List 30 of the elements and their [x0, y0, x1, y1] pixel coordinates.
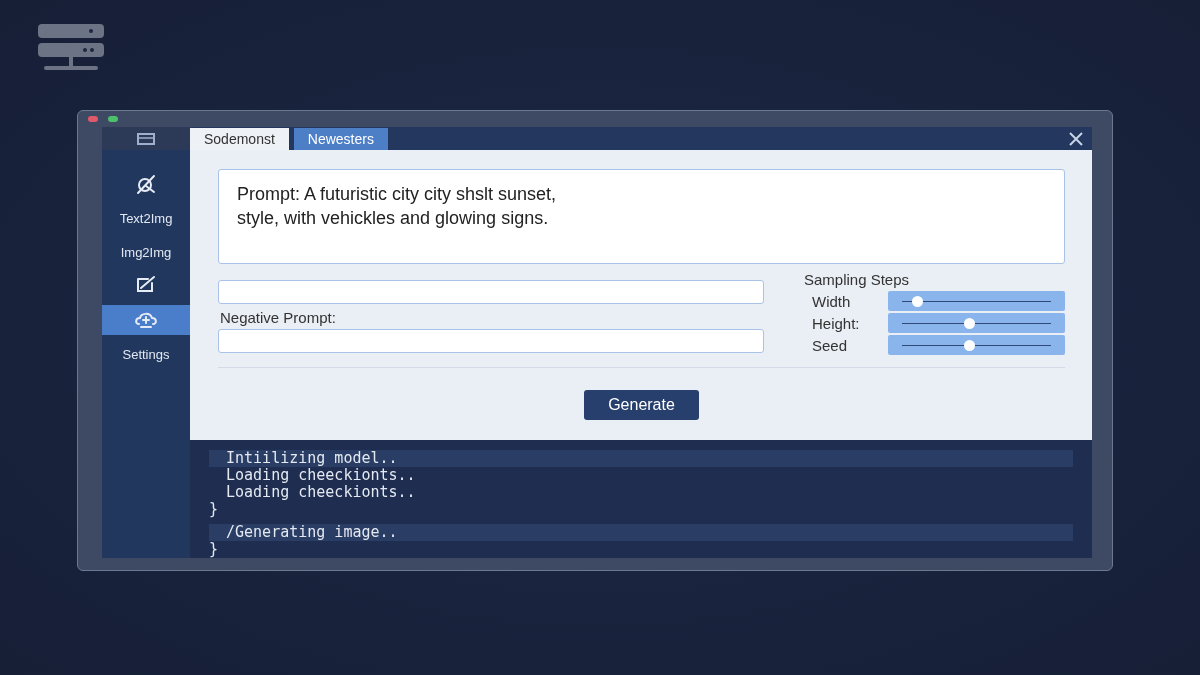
closing-brace: } [209, 501, 219, 518]
closing-brace: } [209, 541, 219, 558]
negative-prompt-field[interactable] [218, 329, 764, 353]
slider[interactable] [888, 313, 1065, 333]
console-line: Intiilizing model.. [226, 450, 398, 467]
slider[interactable] [888, 291, 1065, 311]
prompt-field[interactable]: Prompt: A futuristic city city shslt sunset, style, with vehickles and glowing signs. [218, 169, 1065, 264]
slider-thumb[interactable] [964, 339, 976, 351]
server-icon [38, 24, 104, 72]
sidebar-item[interactable]: Text2Img [102, 201, 190, 235]
input-field[interactable] [218, 280, 764, 304]
slider-label: Height: [811, 314, 861, 332]
slider-thumb[interactable] [964, 317, 976, 329]
sampling-steps-label: Sampling Steps [804, 271, 911, 288]
console-line: Loading cheeckionts.. [226, 467, 416, 484]
generate-button[interactable]: Generate [584, 390, 699, 420]
slider[interactable] [888, 335, 1065, 355]
sidebar-item[interactable]: Img2Img [102, 235, 190, 269]
tab[interactable]: Newesters [293, 128, 388, 150]
sidebar-item[interactable]: Settings [102, 337, 190, 371]
tab[interactable]: Sodemonst [190, 128, 289, 150]
close-icon[interactable] [1068, 130, 1084, 147]
console-line: Loading cheeckionts.. [226, 484, 416, 501]
console-line: /Generating image.. [226, 524, 398, 541]
slider-label: Width [811, 292, 852, 310]
slider-thumb[interactable] [911, 295, 923, 307]
slider-label: Seed [811, 336, 849, 354]
negative-prompt-label: Negative Prompt: [220, 309, 337, 326]
panel-icon[interactable] [137, 132, 155, 145]
satellite-dish-icon [134, 173, 158, 195]
